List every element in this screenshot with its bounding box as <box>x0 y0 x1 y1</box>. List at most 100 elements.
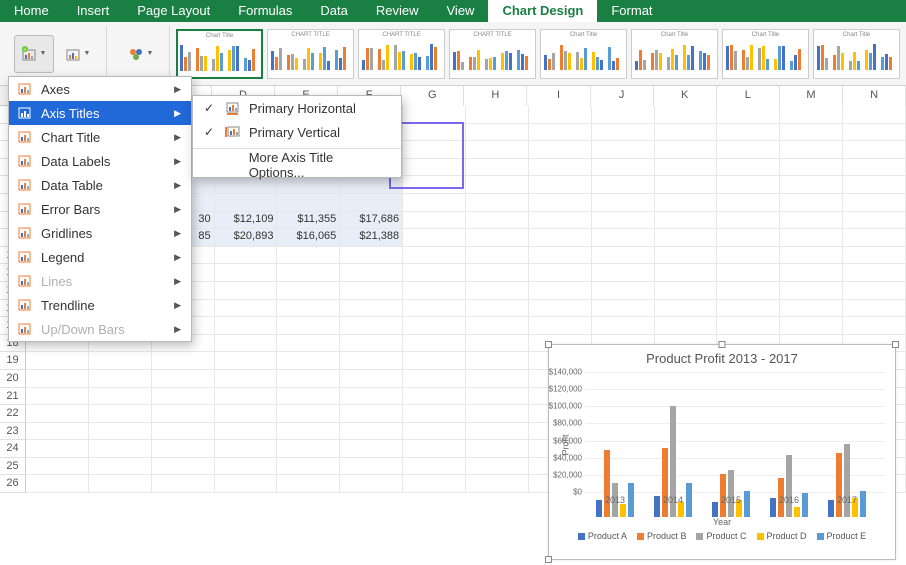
cell[interactable] <box>780 194 843 212</box>
cell[interactable] <box>843 282 906 300</box>
cell[interactable] <box>717 229 780 247</box>
chart-style-thumb[interactable]: Chart Title <box>722 29 809 79</box>
cell[interactable] <box>89 440 152 458</box>
chart-legend[interactable]: Product AProduct BProduct CProduct DProd… <box>549 527 895 545</box>
menu-item-axes[interactable]: Axes▶ <box>9 77 191 101</box>
menu-item-more-axis-title-options[interactable]: More Axis Title Options... <box>193 153 401 177</box>
cell[interactable] <box>403 212 466 230</box>
cell[interactable] <box>843 159 906 177</box>
cell[interactable] <box>780 317 843 335</box>
cell[interactable] <box>529 317 592 335</box>
cell[interactable] <box>152 440 215 458</box>
cell[interactable] <box>215 423 278 441</box>
cell[interactable] <box>215 475 278 493</box>
cell[interactable] <box>843 317 906 335</box>
tab-format[interactable]: Format <box>597 0 666 22</box>
cell[interactable] <box>277 440 340 458</box>
cell[interactable] <box>466 124 529 142</box>
cell[interactable] <box>843 300 906 318</box>
cell[interactable] <box>592 229 655 247</box>
cell[interactable] <box>780 176 843 194</box>
tab-formulas[interactable]: Formulas <box>224 0 306 22</box>
cell[interactable] <box>780 159 843 177</box>
cell[interactable] <box>277 264 340 282</box>
menu-item-error-bars[interactable]: Error Bars▶ <box>9 197 191 221</box>
menu-item-axis-titles[interactable]: Axis Titles▶ <box>9 101 191 125</box>
cell[interactable] <box>592 159 655 177</box>
chart-style-thumb[interactable]: Chart Title <box>176 29 263 79</box>
chart-resize-handle[interactable] <box>892 341 899 348</box>
cell[interactable] <box>466 317 529 335</box>
cell[interactable] <box>403 300 466 318</box>
tab-home[interactable]: Home <box>0 0 63 22</box>
cell[interactable] <box>277 475 340 493</box>
cell[interactable] <box>277 458 340 476</box>
cell[interactable] <box>466 176 529 194</box>
column-header[interactable]: J <box>591 86 654 106</box>
cell[interactable] <box>529 264 592 282</box>
cell[interactable] <box>655 282 718 300</box>
cell[interactable] <box>843 124 906 142</box>
cell[interactable] <box>529 159 592 177</box>
tab-chart-design[interactable]: Chart Design <box>488 0 597 22</box>
cell[interactable] <box>403 335 466 353</box>
bar[interactable] <box>828 500 834 517</box>
cell[interactable] <box>26 475 89 493</box>
cell[interactable] <box>26 458 89 476</box>
cell[interactable] <box>403 159 466 177</box>
cell[interactable] <box>717 264 780 282</box>
bar[interactable] <box>770 498 776 517</box>
menu-item-primary-horizontal[interactable]: ✓ Primary Horizontal <box>193 96 401 120</box>
cell[interactable] <box>466 440 529 458</box>
chart-resize-handle[interactable] <box>545 556 552 563</box>
x-axis-title[interactable]: Year <box>549 517 895 527</box>
cell[interactable] <box>89 475 152 493</box>
cell[interactable] <box>466 458 529 476</box>
row-header[interactable]: 21 <box>0 388 26 406</box>
cell[interactable] <box>403 458 466 476</box>
cell[interactable] <box>89 458 152 476</box>
bar[interactable] <box>686 483 692 517</box>
chart-style-thumb[interactable]: Chart Title <box>540 29 627 79</box>
cell[interactable] <box>466 282 529 300</box>
cell[interactable] <box>529 141 592 159</box>
cell[interactable] <box>152 475 215 493</box>
cell[interactable] <box>592 264 655 282</box>
cell[interactable] <box>529 282 592 300</box>
legend-item[interactable]: Product D <box>757 531 807 541</box>
cell[interactable] <box>215 440 278 458</box>
cell[interactable] <box>403 106 466 124</box>
cell[interactable] <box>26 440 89 458</box>
cell[interactable] <box>403 176 466 194</box>
cell[interactable] <box>843 176 906 194</box>
cell[interactable] <box>843 264 906 282</box>
cell[interactable] <box>717 141 780 159</box>
cell[interactable] <box>215 335 278 353</box>
cell[interactable] <box>655 229 718 247</box>
cell[interactable] <box>466 335 529 353</box>
cell[interactable] <box>215 194 278 212</box>
cell[interactable] <box>780 282 843 300</box>
cell[interactable] <box>655 194 718 212</box>
tab-data[interactable]: Data <box>306 0 361 22</box>
chart-style-thumb[interactable]: CHART TITLE <box>267 29 354 79</box>
cell[interactable] <box>717 124 780 142</box>
column-header[interactable]: N <box>843 86 906 106</box>
cell[interactable] <box>655 212 718 230</box>
cell[interactable] <box>592 212 655 230</box>
cell[interactable] <box>529 212 592 230</box>
cell[interactable] <box>403 423 466 441</box>
cell[interactable] <box>655 106 718 124</box>
cell[interactable] <box>215 317 278 335</box>
cell[interactable] <box>215 458 278 476</box>
cell[interactable] <box>152 423 215 441</box>
cell[interactable] <box>466 388 529 406</box>
cell[interactable] <box>780 300 843 318</box>
cell[interactable] <box>717 300 780 318</box>
cell[interactable] <box>780 229 843 247</box>
cell[interactable]: $11,355 <box>277 212 340 230</box>
cell[interactable] <box>466 212 529 230</box>
cell[interactable] <box>340 282 403 300</box>
cell[interactable] <box>403 124 466 142</box>
cell[interactable] <box>340 194 403 212</box>
